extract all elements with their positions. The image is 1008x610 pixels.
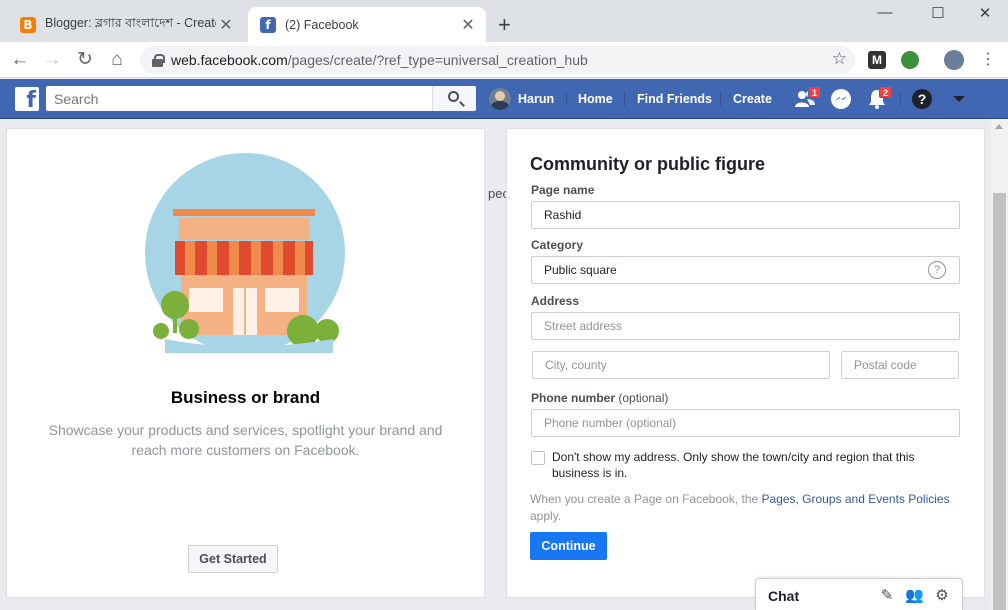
community-page-form: Community or public figure Page name Cat… [506, 128, 985, 598]
policy-prefix: When you create a Page on Facebook, the [530, 492, 762, 506]
scroll-up-arrow-icon[interactable] [995, 124, 1003, 129]
svg-text:?: ? [918, 91, 927, 107]
url-path: /pages/create/?ref_type=universal_creati… [287, 52, 588, 68]
category-help-icon[interactable]: ? [928, 261, 946, 279]
nav-create[interactable]: Create [733, 79, 772, 119]
home-icon[interactable]: ⌂ [105, 48, 129, 72]
new-message-icon[interactable]: ✎ [878, 587, 896, 605]
storefront-illustration [145, 153, 345, 353]
maximize-icon[interactable]: ☐ [928, 4, 948, 22]
notifications-badge: 2 [879, 86, 893, 98]
facebook-icon: f [260, 16, 276, 33]
back-icon[interactable]: ← [8, 48, 32, 72]
form-title: Community or public figure [530, 154, 766, 174]
avatar[interactable] [489, 88, 511, 110]
search-icon [448, 91, 459, 102]
extension-globe-icon[interactable] [901, 51, 919, 69]
search-button[interactable] [432, 86, 476, 111]
forward-icon[interactable]: → [40, 48, 64, 72]
tab-title: (2) Facebook [285, 17, 359, 32]
phone-optional-text: (optional) [618, 391, 669, 405]
profile-avatar[interactable] [944, 50, 964, 70]
address-bar[interactable]: web.facebook.com/pages/create/?ref_type=… [140, 46, 855, 74]
url-host: web.facebook.com [171, 52, 288, 68]
policy-suffix: apply. [530, 509, 562, 523]
phone-label: Phone number (optional) [531, 391, 668, 405]
facebook-header: f Harun Home Find Friends Create 1 2 ? [0, 79, 1008, 119]
street-address-input[interactable] [531, 312, 960, 340]
address-label: Address [531, 294, 580, 308]
bookmark-star-icon[interactable]: ☆ [832, 49, 847, 69]
business-brand-description: Showcase your products and services, spo… [48, 422, 443, 458]
create-group-icon[interactable]: 👥 [905, 587, 924, 605]
gear-icon[interactable]: ⚙ [933, 587, 951, 605]
scrollbar-thumb[interactable] [993, 193, 1006, 610]
nav-divider [900, 92, 901, 106]
close-tab-icon[interactable]: ✕ [216, 15, 236, 35]
browser-tab-blogger[interactable]: B Blogger: ব্লগার বাংলাদেশ - Create ✕ [8, 7, 244, 42]
nav-divider [720, 92, 721, 106]
page-name-label: Page name [531, 183, 595, 197]
hide-address-label: Don't show my address. Only show the tow… [552, 450, 915, 480]
messenger-icon[interactable] [830, 88, 852, 110]
hide-address-checkbox[interactable] [531, 451, 545, 465]
nav-home[interactable]: Home [578, 79, 613, 119]
friend-requests-badge: 1 [808, 86, 822, 98]
city-input[interactable] [532, 351, 830, 379]
category-input[interactable] [531, 256, 960, 284]
policy-notice: When you create a Page on Facebook, the … [530, 491, 960, 525]
account-menu-chevron-icon[interactable] [948, 88, 970, 110]
business-brand-title: Business or brand [170, 388, 321, 407]
extension-m-icon[interactable]: M [868, 51, 886, 69]
menu-kebab-icon[interactable]: ⋮ [976, 48, 1000, 72]
business-brand-card: Business or brand Showcase your products… [6, 128, 485, 598]
get-started-button[interactable]: Get Started [188, 545, 278, 573]
phone-label-text: Phone number [531, 391, 616, 405]
help-icon[interactable]: ? [911, 88, 933, 110]
new-tab-icon[interactable]: + [498, 12, 511, 38]
tab-title: Blogger: ব্লগার বাংলাদেশ - Create [45, 15, 216, 30]
lock-icon [152, 53, 165, 67]
nav-divider [566, 92, 567, 106]
close-window-icon[interactable]: ✕ [975, 4, 995, 22]
reload-icon[interactable]: ↻ [73, 48, 97, 72]
chat-bar[interactable]: Chat ✎ 👥 ⚙ [755, 578, 963, 610]
policies-link[interactable]: Pages, Groups and Events Policies [761, 492, 949, 506]
page-name-input[interactable] [531, 201, 960, 229]
continue-button[interactable]: Continue [530, 532, 607, 560]
browser-tab-facebook[interactable]: f (2) Facebook ✕ [248, 7, 486, 42]
background-text-fragment: peo [488, 186, 506, 201]
nav-find-friends[interactable]: Find Friends [637, 79, 712, 119]
blogger-icon: B [20, 16, 36, 33]
browser-toolbar: ← → ↻ ⌂ web.facebook.com/pages/create/?r… [0, 42, 1008, 78]
minimize-icon[interactable]: — [875, 4, 895, 21]
close-tab-icon[interactable]: ✕ [458, 15, 478, 35]
phone-number-input[interactable] [531, 409, 960, 437]
profile-link[interactable]: Harun [518, 79, 554, 119]
search-input[interactable] [46, 86, 476, 111]
category-label: Category [531, 238, 584, 252]
postal-code-input[interactable] [841, 351, 959, 379]
nav-divider [624, 92, 625, 106]
facebook-logo-icon[interactable]: f [15, 87, 39, 111]
chat-label: Chat [768, 588, 800, 604]
browser-tab-strip: B Blogger: ব্লগার বাংলাদেশ - Create ✕ f … [0, 0, 1008, 42]
